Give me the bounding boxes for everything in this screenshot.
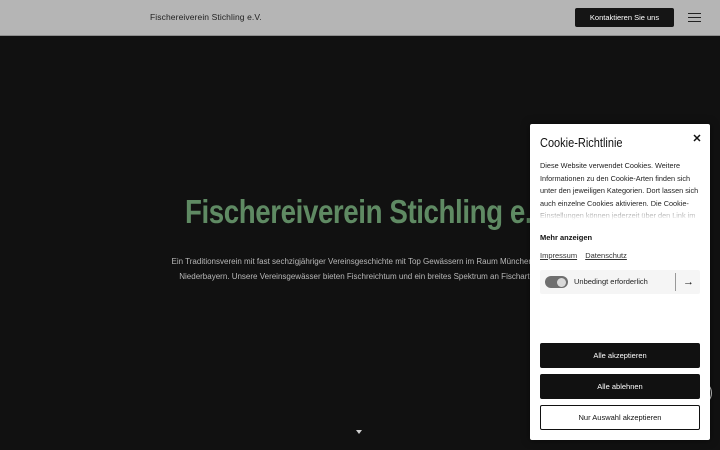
necessary-label: Unbedingt erforderlich: [574, 277, 648, 286]
cookie-dialog: Cookie-Richtlinie ✕ Diese Website verwen…: [530, 124, 710, 440]
cookie-description-box: Diese Website verwendet Cookies. Weitere…: [540, 160, 704, 220]
legal-links: Impressum Datenschutz: [540, 251, 633, 260]
imprint-link[interactable]: Impressum: [540, 251, 577, 260]
arrow-right-icon[interactable]: →: [681, 274, 696, 290]
necessary-cookies-row: Unbedingt erforderlich →: [540, 270, 700, 294]
menu-line: [688, 16, 701, 19]
menu-line: [688, 20, 701, 22]
caret-down-icon[interactable]: [356, 430, 362, 434]
fade-overlay: [540, 204, 704, 220]
necessary-toggle[interactable]: [545, 276, 568, 288]
privacy-link[interactable]: Datenschutz: [585, 251, 627, 260]
row-divider: [675, 273, 676, 291]
accept-selection-button[interactable]: Nur Auswahl akzeptieren: [540, 405, 700, 430]
cookie-title: Cookie-Richtlinie: [540, 136, 623, 150]
contact-button[interactable]: Kontaktieren Sie uns: [575, 8, 674, 27]
reject-all-button[interactable]: Alle ablehnen: [540, 374, 700, 399]
toggle-knob: [557, 277, 566, 287]
site-header: Fischereiverein Stichling e.V. Kontaktie…: [0, 0, 720, 36]
hamburger-icon[interactable]: [688, 12, 701, 23]
menu-line: [688, 13, 701, 15]
hero-title: Fischereiverein Stichling e.V.: [185, 193, 556, 230]
show-more-link[interactable]: Mehr anzeigen: [540, 233, 592, 242]
site-name[interactable]: Fischereiverein Stichling e.V.: [150, 12, 262, 22]
accept-all-button[interactable]: Alle akzeptieren: [540, 343, 700, 368]
hero-description: Ein Traditionsverein mit fast sechzigjäh…: [171, 257, 549, 281]
close-icon[interactable]: ✕: [691, 133, 703, 145]
